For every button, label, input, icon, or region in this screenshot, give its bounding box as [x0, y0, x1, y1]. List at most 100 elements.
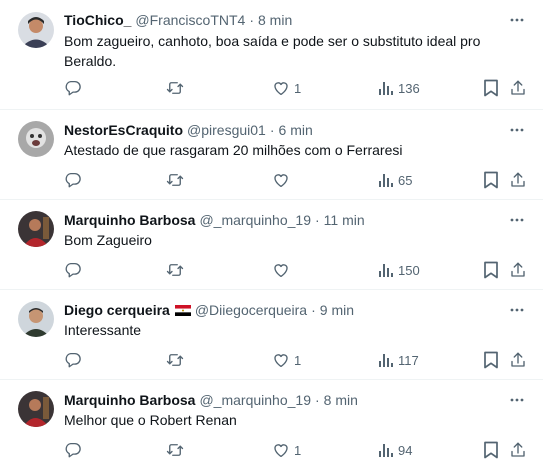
- reply-button[interactable]: [64, 170, 82, 190]
- retweet-button[interactable]: [166, 170, 184, 190]
- more-horizontal-icon: [510, 308, 524, 312]
- heart-icon: [274, 264, 288, 278]
- timestamp[interactable]: 6 min: [279, 122, 313, 138]
- share-icon: [511, 442, 525, 457]
- tweet-actions: 1 94: [64, 440, 527, 460]
- display-name[interactable]: TioChico_: [64, 12, 131, 28]
- views-button[interactable]: 94: [378, 440, 412, 460]
- avatar[interactable]: [18, 211, 54, 247]
- more-options-button[interactable]: [509, 302, 525, 318]
- retweet-icon: [166, 444, 184, 456]
- tweet-text: Melhor que o Robert Renan: [64, 412, 237, 428]
- timestamp[interactable]: 8 min: [324, 392, 358, 408]
- tweet[interactable]: Diego cerqueira @Diiegocerqueira · 9 min…: [0, 290, 543, 380]
- bookmark-button[interactable]: [483, 78, 499, 98]
- heart-icon: [274, 82, 288, 96]
- tweet-header: Marquinho Barbosa @_marquinho_19 · 11 mi…: [64, 210, 365, 230]
- more-horizontal-icon: [510, 18, 524, 22]
- tweet-header: Marquinho Barbosa @_marquinho_19 · 8 min: [64, 390, 358, 410]
- separator-dot: ·: [314, 392, 320, 408]
- avatar[interactable]: [18, 12, 54, 48]
- avatar[interactable]: [18, 301, 54, 337]
- bookmark-icon: [484, 79, 498, 97]
- retweet-button[interactable]: [166, 350, 184, 370]
- tweet[interactable]: Marquinho Barbosa @_marquinho_19 · 11 mi…: [0, 200, 543, 290]
- timestamp[interactable]: 9 min: [320, 302, 354, 318]
- tweet[interactable]: TioChico_ @FranciscoTNT4 · 8 min Bom zag…: [0, 0, 543, 110]
- like-button[interactable]: [272, 260, 294, 280]
- bookmark-button[interactable]: [483, 170, 499, 190]
- share-button[interactable]: [509, 170, 527, 190]
- views-button[interactable]: 117: [378, 350, 419, 370]
- reply-button[interactable]: [64, 440, 82, 460]
- tweet[interactable]: NestorEsCraquito @piresgui01 · 6 min Ate…: [0, 110, 543, 200]
- bookmark-button[interactable]: [483, 350, 499, 370]
- views-chart-icon: [379, 354, 393, 367]
- bookmark-icon: [484, 351, 498, 369]
- bookmark-button[interactable]: [483, 440, 499, 460]
- more-options-button[interactable]: [509, 12, 525, 28]
- views-button[interactable]: 136: [378, 78, 420, 98]
- reply-icon: [65, 262, 81, 278]
- tweet-actions: 65: [64, 170, 527, 190]
- views-button[interactable]: 150: [378, 260, 420, 280]
- display-name[interactable]: Diego cerqueira: [64, 302, 170, 318]
- user-handle[interactable]: @_marquinho_19: [199, 212, 311, 228]
- views-count: 136: [398, 80, 420, 96]
- user-handle[interactable]: @_marquinho_19: [199, 392, 311, 408]
- views-chart-icon: [379, 264, 393, 277]
- retweet-button[interactable]: [166, 78, 184, 98]
- user-handle[interactable]: @FranciscoTNT4: [135, 12, 245, 28]
- bookmark-icon: [484, 261, 498, 279]
- share-button[interactable]: [509, 440, 527, 460]
- heart-icon: [274, 174, 288, 188]
- display-name[interactable]: Marquinho Barbosa: [64, 392, 195, 408]
- share-button[interactable]: [509, 78, 527, 98]
- tweet[interactable]: Marquinho Barbosa @_marquinho_19 · 8 min…: [0, 380, 543, 470]
- views-count: 65: [398, 172, 413, 188]
- more-options-button[interactable]: [509, 392, 525, 408]
- bookmark-icon: [484, 171, 498, 189]
- like-count: 1: [294, 352, 302, 368]
- retweet-icon: [166, 264, 184, 276]
- like-count: 1: [294, 80, 302, 96]
- more-options-button[interactable]: [509, 122, 525, 138]
- more-options-button[interactable]: [509, 212, 525, 228]
- like-button[interactable]: 1: [272, 440, 301, 460]
- reply-button[interactable]: [64, 260, 82, 280]
- timestamp[interactable]: 8 min: [258, 12, 292, 28]
- reply-button[interactable]: [64, 78, 82, 98]
- separator-dot: ·: [314, 212, 320, 228]
- views-chart-icon: [379, 82, 393, 95]
- share-button[interactable]: [509, 260, 527, 280]
- views-button[interactable]: 65: [378, 170, 412, 190]
- views-chart-icon: [379, 444, 393, 457]
- user-handle[interactable]: @Diiegocerqueira: [195, 302, 307, 318]
- user-handle[interactable]: @piresgui01: [187, 122, 266, 138]
- display-name[interactable]: NestorEsCraquito: [64, 122, 183, 138]
- separator-dot: ·: [249, 12, 254, 28]
- tweet-actions: 1 117: [64, 350, 527, 370]
- retweet-button[interactable]: [166, 440, 184, 460]
- heart-icon: [274, 444, 288, 458]
- bookmark-button[interactable]: [483, 260, 499, 280]
- retweet-icon: [166, 82, 184, 94]
- more-horizontal-icon: [510, 218, 524, 222]
- tweet-text: Bom Zagueiro: [64, 232, 152, 248]
- views-chart-icon: [379, 174, 393, 187]
- reply-icon: [65, 80, 81, 96]
- display-name[interactable]: Marquinho Barbosa: [64, 212, 195, 228]
- share-button[interactable]: [509, 350, 527, 370]
- avatar[interactable]: [18, 391, 54, 427]
- share-icon: [511, 352, 525, 367]
- avatar[interactable]: [18, 121, 54, 157]
- reply-button[interactable]: [64, 350, 82, 370]
- retweet-button[interactable]: [166, 260, 184, 280]
- like-button[interactable]: [272, 170, 294, 190]
- separator-dot: ·: [311, 302, 316, 318]
- like-button[interactable]: 1: [272, 78, 301, 98]
- like-count: 1: [294, 442, 302, 458]
- views-count: 150: [398, 262, 420, 278]
- timestamp[interactable]: 11 min: [324, 212, 365, 228]
- like-button[interactable]: 1: [272, 350, 301, 370]
